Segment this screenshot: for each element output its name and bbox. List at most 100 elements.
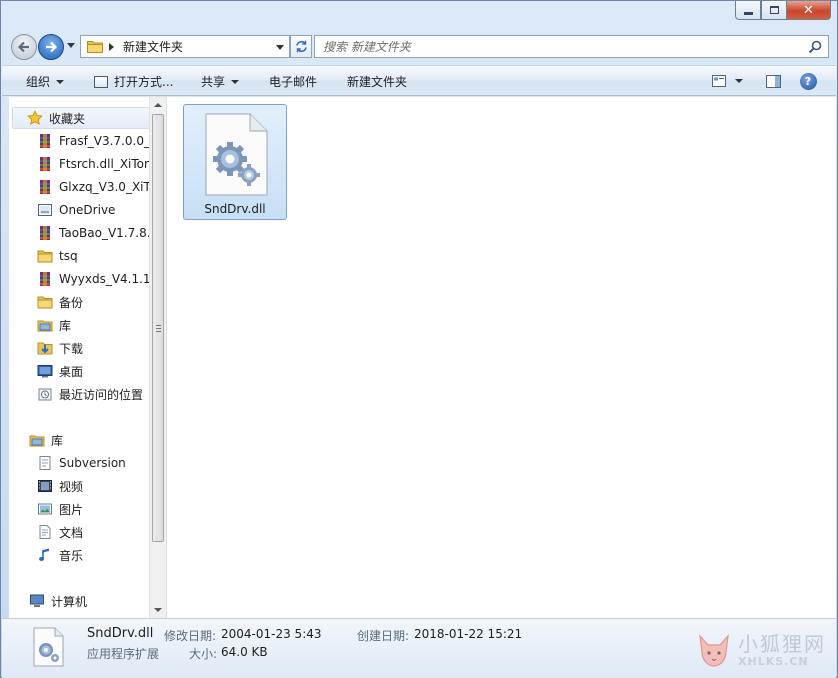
back-button[interactable] [11, 34, 37, 60]
libraries-item-0[interactable]: Subversion [37, 452, 161, 474]
breadcrumb-current-folder[interactable]: 新建文件夹 [123, 38, 183, 55]
arrow-left-icon [17, 41, 29, 53]
file-list-view[interactable]: SndDrv.dll [167, 97, 836, 618]
favorites-header[interactable]: 收藏夹 [12, 107, 152, 129]
favorites-item-2[interactable]: Glxzq_V3.0_XiTo [37, 176, 161, 198]
details-file-type: 应用程序扩展 [87, 647, 160, 661]
address-history-dropdown[interactable] [276, 45, 284, 50]
open-with-label: 打开方式... [114, 75, 174, 89]
recent-pages-dropdown[interactable] [67, 43, 75, 48]
modified-date-label: 修改日期: [164, 629, 217, 643]
close-icon: ✕ [803, 2, 814, 18]
libraries-item-3[interactable]: 文档 [37, 521, 161, 543]
tree-item-label: 音乐 [59, 548, 84, 563]
libraries-item-2[interactable]: 图片 [37, 498, 161, 520]
preview-pane-button[interactable] [762, 71, 784, 91]
open-with-button[interactable]: 打开方式... [94, 73, 173, 90]
navigation-pane-scrollbar[interactable] [149, 97, 166, 618]
search-input[interactable] [323, 39, 793, 54]
size-label: 大小: [189, 647, 218, 661]
tree-item-label: 视频 [59, 479, 84, 494]
navigation-bar: 新建文件夹 [9, 31, 829, 61]
libraries-item-1[interactable]: 视频 [37, 475, 161, 497]
favorites-item-10[interactable]: 桌面 [37, 360, 161, 382]
forward-button[interactable] [38, 34, 64, 60]
file-name-label: SndDrv.dll [204, 202, 266, 216]
computer-label: 计算机 [51, 594, 88, 609]
chevron-down-icon [231, 79, 240, 84]
navigation-pane: 收藏夹 Frasf_V3.7.0.0_X Ftsrch.dll_XiTon Glxz… [9, 97, 167, 618]
favorites-item-11[interactable]: 最近访问的位置 [37, 383, 161, 405]
email-button[interactable]: 电子邮件 [269, 73, 317, 90]
share-label: 共享 [201, 75, 226, 89]
favorites-item-0[interactable]: Frasf_V3.7.0.0_X [37, 130, 161, 152]
new-folder-label: 新建文件夹 [347, 75, 408, 89]
computer-header[interactable]: 计算机 [12, 590, 87, 612]
search-icon[interactable] [808, 40, 822, 54]
breadcrumb-chevron-icon[interactable] [109, 42, 114, 51]
tree-item-label: 最近访问的位置 [59, 387, 144, 402]
scroll-up-icon[interactable] [154, 103, 162, 107]
favorites-item-1[interactable]: Ftsrch.dll_XiTon [37, 153, 161, 175]
tree-item-label: tsq [59, 249, 78, 263]
subversion-icon [39, 456, 51, 470]
watermark: 小狐狸网 XHLKS.CN [694, 630, 826, 670]
new-folder-button[interactable]: 新建文件夹 [347, 73, 407, 90]
file-item-snddrv[interactable]: SndDrv.dll [183, 104, 287, 220]
pictures-icon [38, 503, 52, 515]
tree-item-label: Glxzq_V3.0_XiTo [59, 180, 157, 194]
explorer-window: ✕ 新建文件夹 搜索 新建文件夹 组织 打开方式... 共享 电子邮件 新建文件… [0, 0, 838, 678]
grip-line [156, 331, 161, 332]
command-bar: 组织 打开方式... 共享 电子邮件 新建文件夹 ? [2, 65, 836, 96]
tree-item-label: OneDrive [59, 203, 116, 217]
tree-item-label: 库 [59, 318, 72, 333]
tree-item-label: TaoBao_V1.7.8. [59, 226, 151, 240]
downloads-icon [37, 342, 53, 355]
favorites-item-5[interactable]: tsq [37, 245, 161, 267]
tree-item-label: Subversion [59, 456, 126, 470]
refresh-icon [295, 40, 307, 53]
favorites-label: 收藏夹 [49, 111, 86, 126]
tree-item-label: Wyyxds_V4.1.1. [59, 272, 155, 286]
address-bar[interactable]: 新建文件夹 [80, 35, 290, 58]
tree-item-label: 备份 [59, 295, 84, 310]
fox-logo-icon [699, 634, 729, 667]
winrar-archive-icon [40, 180, 50, 194]
maximize-icon [769, 6, 779, 14]
desktop-icon [37, 365, 53, 378]
tree-item-label: 图片 [59, 502, 84, 517]
open-with-icon [94, 75, 108, 88]
size-value: 64.0 KB [221, 645, 268, 659]
email-label: 电子邮件 [269, 75, 318, 89]
scroll-down-icon[interactable] [154, 608, 162, 612]
libraries-item-4[interactable]: 音乐 [37, 544, 161, 566]
libraries-header[interactable]: 库 [12, 429, 63, 451]
grip-line [156, 325, 161, 326]
favorites-item-3[interactable]: OneDrive [37, 199, 161, 221]
minimize-button[interactable] [735, 1, 761, 20]
close-button[interactable]: ✕ [787, 1, 831, 20]
refresh-button[interactable] [290, 35, 312, 58]
organize-menu[interactable]: 组织 [26, 73, 65, 90]
maximize-button[interactable] [761, 1, 787, 20]
folder-icon [37, 296, 53, 309]
change-view-button[interactable] [708, 71, 746, 91]
search-box[interactable] [314, 35, 829, 58]
music-icon [39, 548, 49, 561]
help-button[interactable]: ? [797, 71, 819, 91]
favorites-item-8[interactable]: 库 [37, 314, 161, 336]
details-pane: SndDrv.dll 应用程序扩展 修改日期: 2004-01-23 5:43 … [2, 618, 836, 678]
favorites-item-4[interactable]: TaoBao_V1.7.8. [37, 222, 161, 244]
winrar-archive-icon [40, 226, 50, 240]
tree-item-label: 下载 [59, 341, 84, 356]
favorites-item-9[interactable]: 下载 [37, 337, 161, 359]
created-date-label: 创建日期: [357, 629, 410, 643]
share-menu[interactable]: 共享 [201, 73, 240, 90]
minimize-icon [743, 11, 753, 15]
grip-line [156, 328, 161, 329]
scrollbar-thumb[interactable] [152, 114, 164, 542]
favorites-item-7[interactable]: 备份 [37, 291, 161, 313]
favorites-item-6[interactable]: Wyyxds_V4.1.1. [37, 268, 161, 290]
folder-icon [37, 250, 53, 263]
arrow-right-icon [46, 41, 58, 53]
